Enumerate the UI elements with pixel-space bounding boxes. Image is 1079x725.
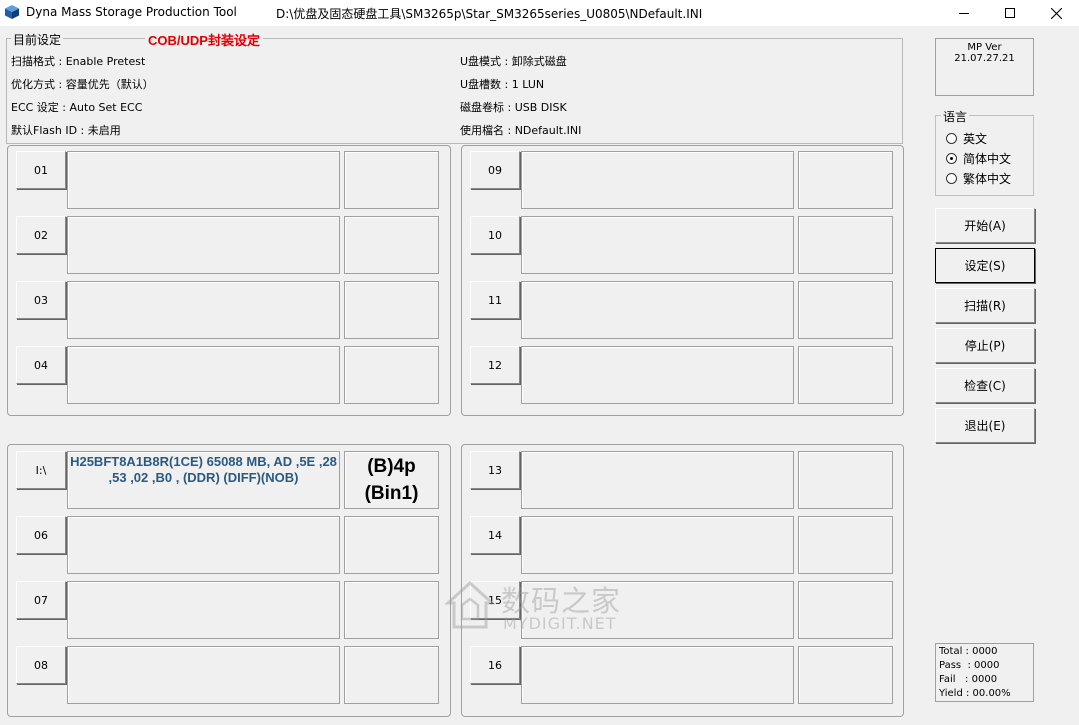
stats-fail: Fail : 0000 (939, 674, 998, 685)
close-button[interactable] (1033, 0, 1079, 26)
disk-mode-setting: U盘模式 : 卸除式磁盘 (460, 55, 567, 68)
stats-box: Total : 0000 Pass : 0000 Fail : 0000 Yie… (935, 643, 1034, 702)
start-button[interactable]: 开始(A) (935, 208, 1035, 243)
port-button[interactable]: 02 (16, 216, 66, 254)
language-option-english[interactable]: 英文 (946, 130, 987, 147)
port-info-box (521, 646, 794, 704)
port-status-box (798, 151, 893, 209)
settings-button[interactable]: 设定(S) (935, 248, 1035, 283)
port-info-box (67, 216, 340, 274)
port-info-box (521, 281, 794, 339)
port-button[interactable]: 06 (16, 516, 66, 554)
app-cube-icon (5, 5, 19, 19)
stats-pass: Pass : 0000 (939, 660, 1000, 671)
port-bin-status: (B)4p (Bin1) (344, 451, 439, 509)
port-info-box (67, 346, 340, 404)
port-flash-info: H25BFT8A1B8R(1CE) 65088 MB, AD ,5E ,28 ,… (67, 451, 340, 509)
version-text: MP Ver 21.07.27.21 (954, 42, 1015, 64)
port-info-box (67, 281, 340, 339)
port-status-box (344, 151, 439, 209)
volume-label-setting: 磁盘卷标 : USB DISK (460, 101, 567, 114)
port-button[interactable]: 16 (470, 646, 520, 684)
port-status-box (344, 346, 439, 404)
language-option-label: 简体中文 (963, 152, 1012, 166)
port-button[interactable]: 13 (470, 451, 520, 489)
scan-button[interactable]: 扫描(R) (935, 288, 1035, 323)
port-button[interactable]: 11 (470, 281, 520, 319)
close-icon (1050, 7, 1062, 19)
ecc-setting: ECC 设定 : Auto Set ECC (11, 101, 143, 114)
minimize-button[interactable] (941, 0, 987, 26)
language-option-label: 英文 (963, 132, 988, 146)
cob-udp-label: COB/UDP封装设定 (145, 30, 263, 49)
port-status-box (344, 281, 439, 339)
maximize-icon (1005, 8, 1015, 18)
port-button[interactable]: 03 (16, 281, 66, 319)
flash-id-setting: 默认Flash ID : 未启用 (11, 124, 121, 137)
port-info-box (521, 451, 794, 509)
title-bar: Dyna Mass Storage Production Tool D:\优盘及… (0, 0, 1079, 26)
window-ini-path: D:\优盘及固态硬盘工具\SM3265p\Star_SM3265series_U… (276, 7, 703, 21)
scan-format-setting: 扫描格式 : Enable Pretest (11, 55, 146, 68)
port-status-box (798, 281, 893, 339)
port-button[interactable]: 07 (16, 581, 66, 619)
port-status-box (344, 581, 439, 639)
radio-selected-icon (946, 153, 957, 164)
radio-icon (946, 173, 957, 184)
lun-count-setting: U盘槽数 : 1 LUN (460, 78, 545, 91)
port-status-box (798, 346, 893, 404)
port-status-box (798, 516, 893, 574)
language-group-label: 语言 (941, 108, 970, 125)
port-info-box (67, 581, 340, 639)
port-status-box (344, 646, 439, 704)
port-button[interactable]: 04 (16, 346, 66, 384)
port-status-box (798, 451, 893, 509)
port-status-box (344, 216, 439, 274)
window-title: Dyna Mass Storage Production Tool (26, 5, 237, 19)
port-status-box (798, 216, 893, 274)
port-info-box (521, 516, 794, 574)
port-status-box (798, 646, 893, 704)
stats-total: Total : 0000 (939, 646, 998, 657)
language-option-traditional-chinese[interactable]: 繁体中文 (946, 170, 1011, 187)
minimize-icon (959, 12, 969, 14)
port-button[interactable]: 14 (470, 516, 520, 554)
optimize-setting: 优化方式 : 容量优先（默认） (11, 78, 154, 91)
language-option-label: 繁体中文 (963, 172, 1012, 186)
check-button[interactable]: 检查(C) (935, 368, 1035, 403)
port-info-box (521, 581, 794, 639)
settings-group-label: 目前设定 (11, 31, 64, 48)
port-button[interactable]: 12 (470, 346, 520, 384)
port-button[interactable]: 08 (16, 646, 66, 684)
port-info-box (67, 151, 340, 209)
port-info-box (521, 216, 794, 274)
port-button[interactable]: 15 (470, 581, 520, 619)
port-info-box (521, 151, 794, 209)
language-option-simplified-chinese[interactable]: 简体中文 (946, 150, 1011, 167)
port-info-box (67, 646, 340, 704)
port-button[interactable]: 09 (470, 151, 520, 189)
maximize-button[interactable] (987, 0, 1033, 26)
port-status-box (798, 581, 893, 639)
stop-button[interactable]: 停止(P) (935, 328, 1035, 363)
port-info-box (67, 516, 340, 574)
version-box: MP Ver 21.07.27.21 (935, 38, 1034, 96)
ini-name-setting: 使用檔名 : NDefault.INI (460, 124, 582, 137)
exit-button[interactable]: 退出(E) (935, 408, 1035, 443)
port-button[interactable]: 01 (16, 151, 66, 189)
port-button[interactable]: 10 (470, 216, 520, 254)
stats-yield: Yield : 00.00% (939, 688, 1011, 699)
port-status-box (344, 516, 439, 574)
port-button-active-drive[interactable]: I:\ (16, 451, 66, 489)
port-info-box (521, 346, 794, 404)
radio-icon (946, 133, 957, 144)
